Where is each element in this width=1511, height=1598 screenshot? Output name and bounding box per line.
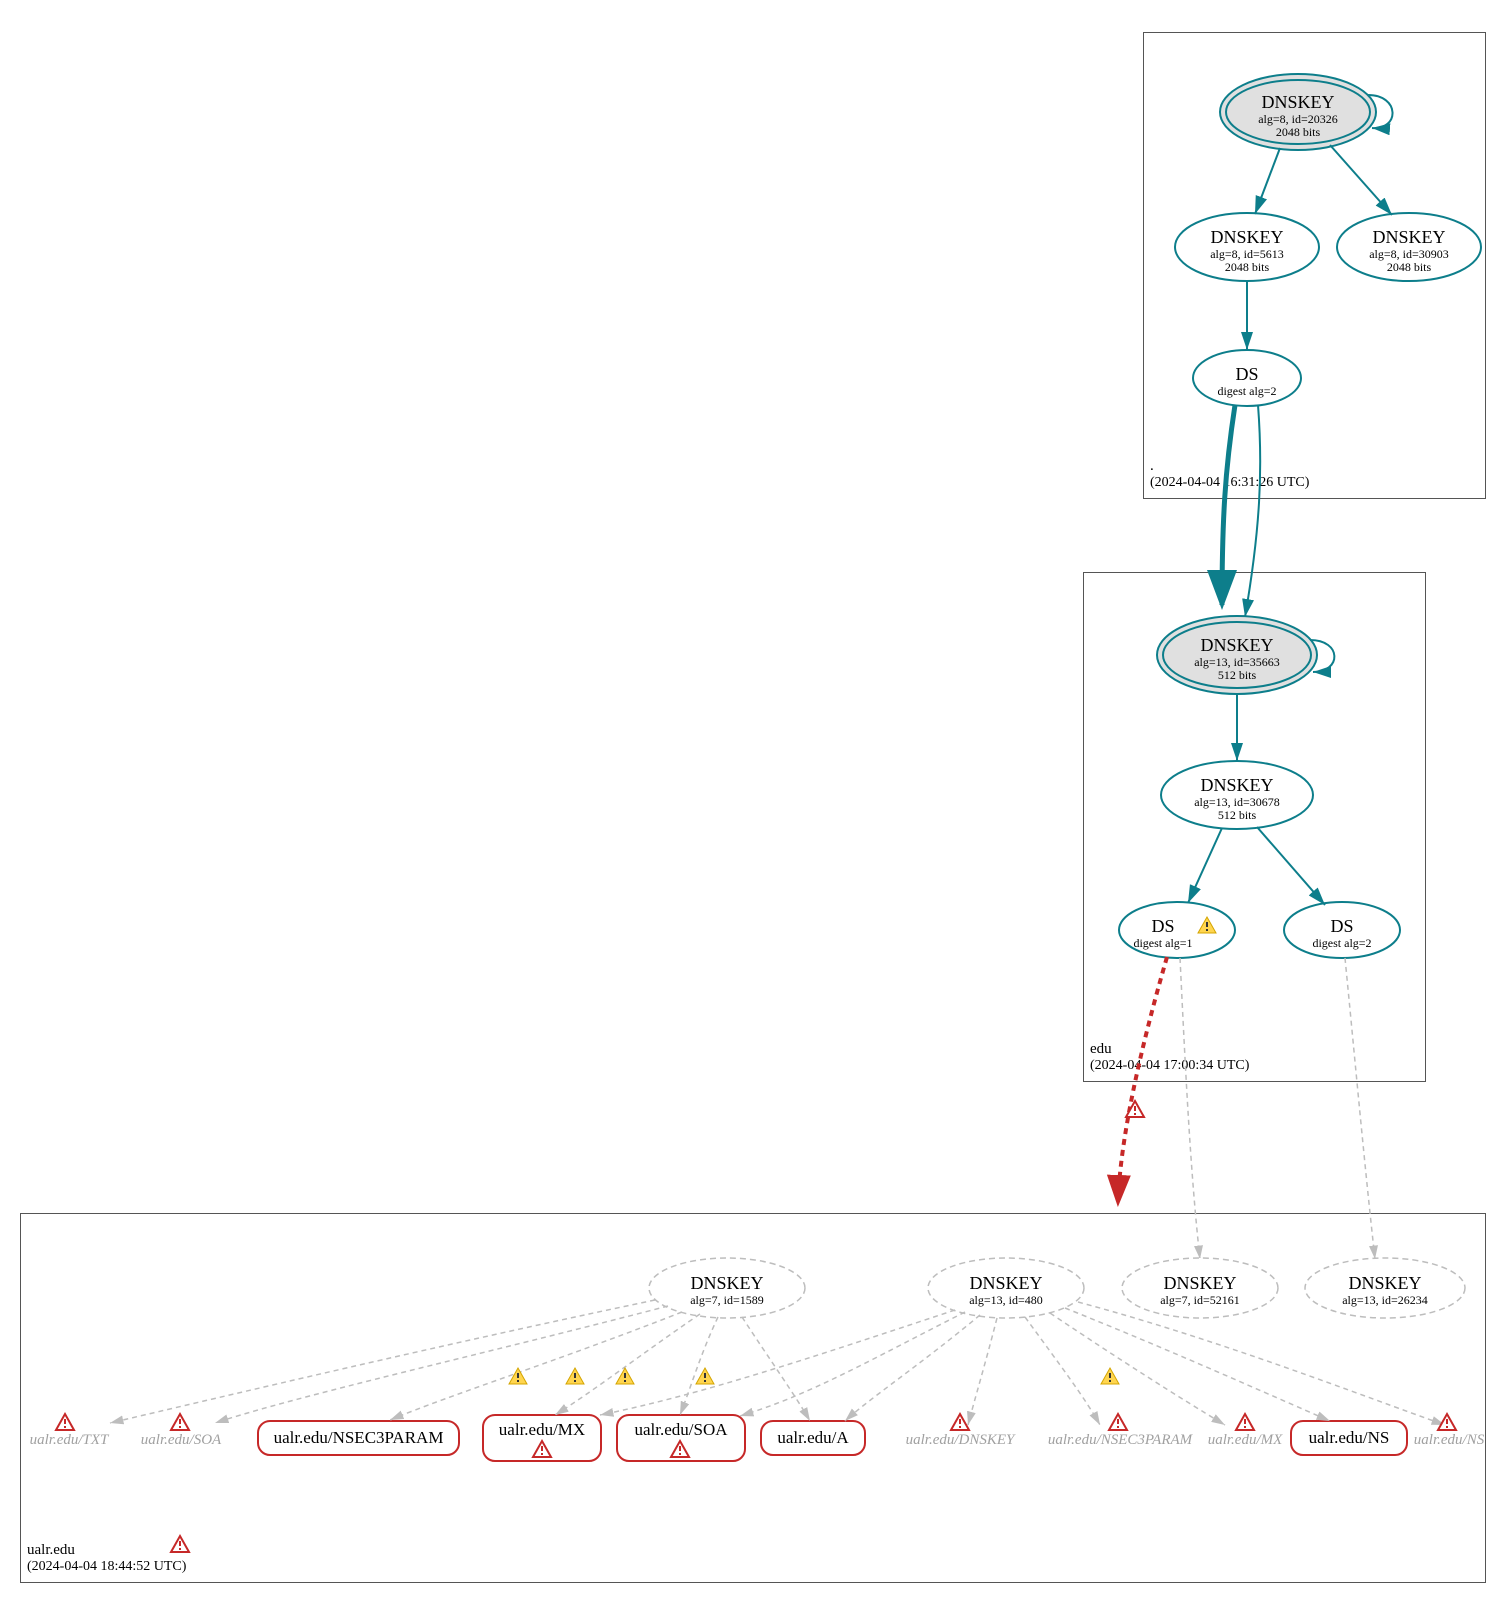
node-sub: alg=7, id=1589 — [650, 1294, 804, 1308]
edge-k1-a — [742, 1317, 810, 1421]
label-rr-txt: ualr.edu/TXT — [24, 1432, 114, 1449]
label-ualr-k4: DNSKEY alg=13, id=26234 — [1305, 1273, 1465, 1307]
node-title: ualr.edu/NS — [1412, 1432, 1486, 1449]
label-rr-soa: ualr.edu/SOA — [617, 1420, 745, 1440]
node-sub: digest alg=1 — [1123, 937, 1203, 951]
edge-k1-soa — [680, 1317, 718, 1415]
node-title: ualr.edu/NSEC3PARAM — [1040, 1432, 1200, 1449]
edge-rootds-eduksk-deleg — [1222, 405, 1235, 605]
node-sub: digest alg=2 — [1193, 385, 1301, 399]
edge-k1-soa-left — [215, 1306, 668, 1423]
warning-icon — [509, 1368, 527, 1384]
node-sub: alg=8, id=20326 — [1226, 113, 1370, 127]
warning-icon — [566, 1368, 584, 1384]
edge-eduds2-ualrk4 — [1345, 958, 1375, 1259]
edge-eduzsk-ds1 — [1188, 828, 1222, 903]
node-title: DS — [1123, 916, 1203, 937]
node-title: DNSKEY — [650, 1273, 804, 1294]
node-title: DNSKEY — [929, 1273, 1083, 1294]
label-edu-zsk: DNSKEY alg=13, id=30678 512 bits — [1160, 775, 1314, 823]
edge-eduds1-ualrk3 — [1180, 958, 1200, 1259]
edge-k2-a — [845, 1315, 980, 1421]
node-title: DNSKEY — [1337, 227, 1481, 248]
edge-k1-nsec3p — [390, 1312, 682, 1420]
node-title: ualr.edu/MX — [1205, 1432, 1285, 1449]
edge-k1-txt — [110, 1300, 655, 1423]
edge-k2-mxr — [1050, 1313, 1225, 1425]
error-icon — [951, 1414, 969, 1430]
node-title: ualr.edu/NSEC3PARAM — [258, 1428, 459, 1448]
node-title: DNSKEY — [1123, 1273, 1277, 1294]
label-rr-nsec3p: ualr.edu/NSEC3PARAM — [258, 1428, 459, 1448]
node-title: ualr.edu/SOA — [136, 1432, 226, 1449]
edge-eduds1-ualr-error — [1118, 957, 1167, 1203]
node-sub: digest alg=2 — [1288, 937, 1396, 951]
node-title: ualr.edu/MX — [483, 1420, 601, 1440]
node-title: DS — [1193, 364, 1301, 385]
label-root-ds: DS digest alg=2 — [1193, 364, 1301, 398]
node-sub: alg=13, id=30678 — [1160, 796, 1314, 810]
node-sub: 2048 bits — [1175, 261, 1319, 275]
node-sub: alg=8, id=30903 — [1337, 248, 1481, 262]
error-icon — [171, 1536, 189, 1552]
label-edu-ds2: DS digest alg=2 — [1288, 916, 1396, 950]
node-title: DNSKEY — [1305, 1273, 1465, 1294]
edge-k2-dnskey — [968, 1318, 997, 1425]
label-root-ksk: DNSKEY alg=8, id=20326 2048 bits — [1226, 92, 1370, 140]
node-title: ualr.edu/A — [761, 1428, 865, 1448]
node-title: ualr.edu/TXT — [24, 1432, 114, 1449]
label-rr-dnskey: ualr.edu/DNSKEY — [895, 1432, 1025, 1449]
edge-eduzsk-ds2 — [1257, 827, 1325, 905]
node-title: DNSKEY — [1226, 92, 1370, 113]
label-rr-ns: ualr.edu/NS — [1291, 1428, 1407, 1448]
edge-rootksk-zsk1 — [1255, 148, 1280, 214]
error-icon — [171, 1414, 189, 1430]
node-title: DNSKEY — [1160, 635, 1314, 656]
warning-icon — [696, 1368, 714, 1384]
label-ualr-k3: DNSKEY alg=7, id=52161 — [1123, 1273, 1277, 1307]
node-title: DNSKEY — [1160, 775, 1314, 796]
node-sub: 512 bits — [1160, 809, 1314, 823]
node-title: DS — [1288, 916, 1396, 937]
label-edu-ksk: DNSKEY alg=13, id=35663 512 bits — [1160, 635, 1314, 683]
label-root-zsk2: DNSKEY alg=8, id=30903 2048 bits — [1337, 227, 1481, 275]
warning-icon — [616, 1368, 634, 1384]
edge-k2-nsec3pr — [1025, 1317, 1100, 1425]
label-ualr-k2: DNSKEY alg=13, id=480 — [929, 1273, 1083, 1307]
node-title: ualr.edu/NS — [1291, 1428, 1407, 1448]
node-sub: 2048 bits — [1226, 126, 1370, 140]
node-title: ualr.edu/SOA — [617, 1420, 745, 1440]
node-sub: alg=13, id=35663 — [1160, 656, 1314, 670]
edge-k2-ns — [1065, 1308, 1330, 1421]
label-rr-ns-r: ualr.edu/NS — [1412, 1432, 1486, 1449]
edge-k2-nsr — [1078, 1302, 1445, 1425]
node-sub: alg=13, id=26234 — [1305, 1294, 1465, 1308]
edge-k2-mx — [600, 1310, 955, 1415]
label-rr-mx-r: ualr.edu/MX — [1205, 1432, 1285, 1449]
edge-rootksk-zsk2 — [1330, 145, 1392, 215]
error-icon — [1438, 1414, 1456, 1430]
label-rr-nsec3p-r: ualr.edu/NSEC3PARAM — [1040, 1432, 1200, 1449]
node-sub: 512 bits — [1160, 669, 1314, 683]
node-sub: alg=7, id=52161 — [1123, 1294, 1277, 1308]
error-icon — [56, 1414, 74, 1430]
label-rr-mx: ualr.edu/MX — [483, 1420, 601, 1440]
node-title: ualr.edu/DNSKEY — [895, 1432, 1025, 1449]
label-ualr-k1: DNSKEY alg=7, id=1589 — [650, 1273, 804, 1307]
warning-icon — [1101, 1368, 1119, 1384]
node-title: DNSKEY — [1175, 227, 1319, 248]
node-sub: alg=13, id=480 — [929, 1294, 1083, 1308]
error-icon — [1109, 1414, 1127, 1430]
edge-rootds-eduksk — [1245, 405, 1260, 617]
label-rr-soa-l: ualr.edu/SOA — [136, 1432, 226, 1449]
label-root-zsk1: DNSKEY alg=8, id=5613 2048 bits — [1175, 227, 1319, 275]
label-edu-ds1: DS digest alg=1 — [1123, 916, 1203, 950]
node-sub: alg=8, id=5613 — [1175, 248, 1319, 262]
node-sub: 2048 bits — [1337, 261, 1481, 275]
label-rr-a: ualr.edu/A — [761, 1428, 865, 1448]
error-icon — [1236, 1414, 1254, 1430]
